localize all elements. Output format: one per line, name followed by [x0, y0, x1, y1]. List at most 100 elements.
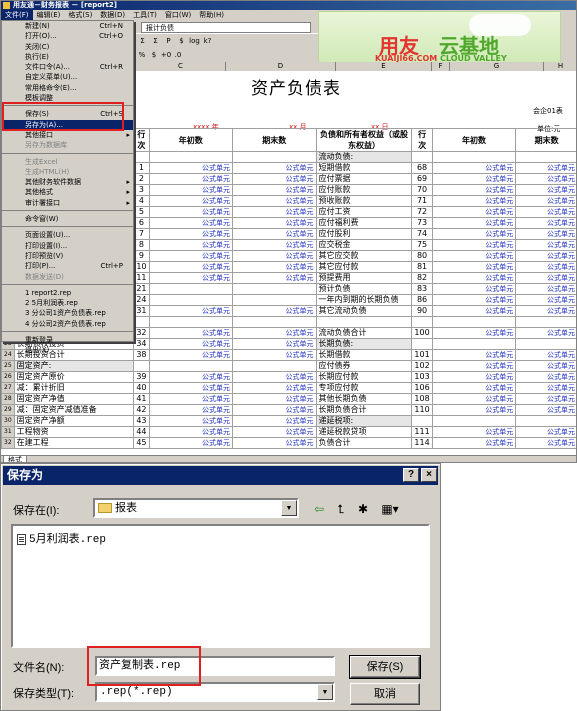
file-menu-item[interactable]: 3 分公司1资产负债表.rep [2, 308, 133, 318]
begin-value-cell[interactable]: 公式单元 [148, 349, 234, 361]
begin-value-cell[interactable]: 公式单元 [431, 349, 517, 361]
line-no-cell[interactable] [411, 338, 433, 350]
end-value-cell[interactable]: 公式单元 [515, 437, 576, 449]
begin-value-cell[interactable]: 公式单元 [431, 261, 517, 273]
file-menu-item[interactable]: 其他格式 ▸ [2, 187, 133, 197]
line-no-cell[interactable]: 6 [133, 217, 150, 229]
end-value-cell[interactable]: 公式单元 [515, 250, 576, 262]
liability-label-cell[interactable]: 长期负债合计 [315, 404, 413, 416]
begin-value-cell[interactable] [148, 294, 234, 306]
file-menu-item[interactable]: 其他接口 ▸ [2, 130, 133, 140]
line-no-cell[interactable] [133, 316, 150, 328]
file-menu-item[interactable]: 打印(P)... Ctrl+P [2, 261, 133, 271]
file-menu-item[interactable]: 页面设置(U)... [2, 230, 133, 240]
begin-value-cell[interactable]: 公式单元 [431, 239, 517, 251]
toolbar-button[interactable]: Σ [136, 34, 149, 48]
liability-label-cell[interactable]: 长期负债: [315, 338, 413, 350]
begin-value-cell[interactable]: 公式单元 [431, 327, 517, 339]
toolbar-button[interactable]: +0 [160, 48, 172, 62]
line-no-cell[interactable]: 103 [411, 371, 433, 383]
begin-value-cell[interactable]: 公式单元 [431, 228, 517, 240]
end-value-cell[interactable]: 公式单元 [515, 261, 576, 273]
line-no-cell[interactable]: 44 [133, 426, 150, 438]
line-no-cell[interactable]: 74 [411, 228, 433, 240]
end-value-cell[interactable] [232, 283, 317, 295]
liability-label-cell[interactable]: 递延税款贷项 [315, 426, 413, 438]
begin-value-cell[interactable]: 公式单元 [148, 195, 234, 207]
liability-label-cell[interactable]: 流动负债: [315, 151, 413, 163]
end-value-cell[interactable]: 公式单元 [515, 217, 576, 229]
line-no-cell[interactable]: 90 [411, 305, 433, 317]
line-no-cell[interactable]: 101 [411, 349, 433, 361]
file-list[interactable]: 5月利润表.rep [11, 524, 430, 648]
line-no-cell[interactable]: 80 [411, 250, 433, 262]
save-in-dropdown[interactable]: 报表 ▼ [93, 498, 299, 518]
liability-label-cell[interactable]: 长期应付款 [315, 371, 413, 383]
liability-label-cell[interactable]: 应付账款 [315, 184, 413, 196]
sheet-tab[interactable]: 格式 [3, 456, 27, 462]
line-no-cell[interactable]: 82 [411, 272, 433, 284]
line-no-cell[interactable]: 75 [411, 239, 433, 251]
end-value-cell[interactable]: 公式单元 [232, 349, 317, 361]
toolbar-button[interactable]: $ [148, 48, 160, 62]
line-no-cell[interactable]: 110 [411, 404, 433, 416]
new-folder-icon[interactable]: ✱ [353, 500, 373, 518]
begin-value-cell[interactable]: 公式单元 [431, 426, 517, 438]
end-value-cell[interactable]: 公式单元 [232, 195, 317, 207]
line-no-cell[interactable]: 11 [133, 272, 150, 284]
end-value-cell[interactable] [232, 360, 317, 372]
begin-value-cell[interactable] [148, 283, 234, 295]
begin-value-cell[interactable]: 公式单元 [148, 250, 234, 262]
begin-value-cell[interactable]: 公式单元 [148, 239, 234, 251]
begin-value-cell[interactable]: 公式单元 [431, 382, 517, 394]
begin-value-cell[interactable]: 公式单元 [431, 173, 517, 185]
end-value-cell[interactable]: 公式单元 [232, 173, 317, 185]
liability-label-cell[interactable]: 其它应付款 [315, 261, 413, 273]
begin-value-cell[interactable]: 公式单元 [148, 173, 234, 185]
line-no-cell[interactable]: 70 [411, 184, 433, 196]
end-value-cell[interactable]: 公式单元 [515, 327, 576, 339]
end-value-cell[interactable]: 公式单元 [232, 184, 317, 196]
file-menu-item[interactable]: 1 report2.rep [2, 288, 133, 298]
begin-value-cell[interactable]: 公式单元 [148, 371, 234, 383]
header-cell[interactable]: 行次 [411, 128, 433, 152]
end-value-cell[interactable] [515, 316, 576, 328]
toolbar-button[interactable]: P [162, 34, 175, 48]
liability-label-cell[interactable]: 其它应交款 [315, 250, 413, 262]
asset-label-cell[interactable]: 减：累计折旧 [13, 382, 135, 394]
header-cell[interactable]: 年初数 [431, 128, 517, 152]
end-value-cell[interactable] [515, 415, 576, 427]
begin-value-cell[interactable] [148, 316, 234, 328]
end-value-cell[interactable]: 公式单元 [515, 283, 576, 295]
line-no-cell[interactable]: 21 [133, 283, 150, 295]
chevron-down-icon[interactable]: ▼ [317, 684, 333, 700]
end-value-cell[interactable]: 公式单元 [515, 195, 576, 207]
end-value-cell[interactable]: 公式单元 [515, 393, 576, 405]
line-no-cell[interactable]: 5 [133, 206, 150, 218]
asset-label-cell[interactable]: 工程物资 [13, 426, 135, 438]
file-menu-item[interactable]: 4 分公司2资产负债表.rep [2, 319, 133, 329]
line-no-cell[interactable]: 10 [133, 261, 150, 273]
begin-value-cell[interactable]: 公式单元 [148, 217, 234, 229]
end-value-cell[interactable]: 公式单元 [232, 217, 317, 229]
file-menu-item[interactable]: 文件口令(A)... Ctrl+R [2, 62, 133, 72]
line-no-cell[interactable]: 7 [133, 228, 150, 240]
file-menu-item[interactable]: 自定义菜单(U)... [2, 72, 133, 82]
line-no-cell[interactable]: 71 [411, 195, 433, 207]
line-no-cell[interactable] [133, 151, 150, 163]
line-no-cell[interactable]: 114 [411, 437, 433, 449]
toolbar-button[interactable]: % [136, 48, 148, 62]
begin-value-cell[interactable]: 公式单元 [431, 283, 517, 295]
asset-label-cell[interactable]: 在建工程 [13, 437, 135, 449]
column-header[interactable]: F [432, 62, 450, 71]
liability-label-cell[interactable]: 应付票据 [315, 173, 413, 185]
file-menu-item[interactable]: 打印设置(I)... [2, 241, 133, 251]
begin-value-cell[interactable]: 公式单元 [148, 404, 234, 416]
end-value-cell[interactable]: 公式单元 [232, 261, 317, 273]
liability-label-cell[interactable]: 预计负债 [315, 283, 413, 295]
end-value-cell[interactable]: 公式单元 [232, 382, 317, 394]
end-value-cell[interactable]: 公式单元 [232, 239, 317, 251]
begin-value-cell[interactable]: 公式单元 [431, 294, 517, 306]
toolbar-button[interactable]: k? [201, 34, 214, 48]
column-header[interactable]: H [544, 62, 576, 71]
